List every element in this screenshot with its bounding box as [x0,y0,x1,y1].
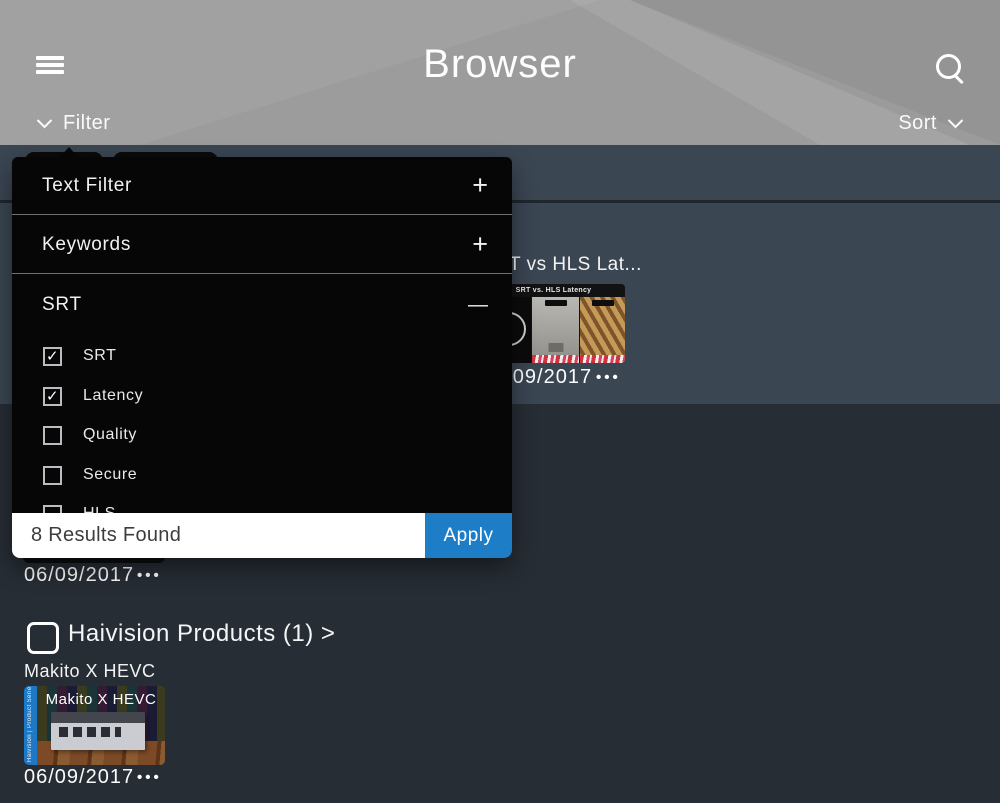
filter-row-srt[interactable]: SRT — [12,276,512,334]
filter-option-latency[interactable]: ✓ Latency [43,386,143,406]
product-card-date: 06/09/2017 [24,766,134,789]
filter-panel: Text Filter + Keywords + SRT — ✓ SRT ✓ L… [12,157,512,558]
filter-row-keywords[interactable]: Keywords + [12,216,512,274]
page-title: Browser [0,42,1000,87]
sort-dropdown-toggle[interactable]: Sort [898,112,964,135]
dropdown-caret [60,147,78,157]
search-icon[interactable] [934,53,966,85]
more-options-button[interactable]: ••• [596,369,621,386]
plus-icon[interactable]: + [472,172,488,199]
thumbnail-hls-pane [580,297,625,363]
filter-row-text-filter[interactable]: Text Filter + [12,157,512,215]
filter-label: Filter [63,112,110,135]
filter-panel-footer: 8 Results Found Apply [12,513,512,558]
more-options-button[interactable]: ••• [137,567,162,584]
product-thumbnail[interactable]: Haivision | Product Series Makito X HEVC [24,686,165,765]
minus-icon[interactable]: — [468,295,488,315]
sort-label: Sort [898,112,937,135]
filter-row-label: Text Filter [42,175,132,197]
checkbox-unchecked[interactable] [43,426,62,445]
checkbox-checked[interactable]: ✓ [43,347,62,366]
section-select-checkbox[interactable] [27,622,59,654]
more-options-button[interactable]: ••• [137,769,162,786]
browser-screen: Browser Filter Sort SRT vs HLS Lat... SR… [0,0,1000,803]
checkbox-checked[interactable]: ✓ [43,387,62,406]
thumbnail-srt-pane [532,297,579,363]
hidden-card-date: 06/09/2017 [24,564,134,587]
filter-option-secure[interactable]: Secure [43,465,137,485]
apply-button[interactable]: Apply [425,513,512,558]
filter-row-label: SRT [42,294,82,316]
product-series-badge: Haivision | Product Series [24,686,37,765]
chevron-down-icon [947,118,964,129]
thumbnail-title-overlay: Makito X HEVC [37,691,165,708]
encoder-device-image [51,712,145,750]
checkbox-unchecked[interactable] [43,466,62,485]
filter-option-quality[interactable]: Quality [43,425,137,445]
plus-icon[interactable]: + [472,231,488,258]
app-header: Browser Filter Sort [0,0,1000,145]
results-count: 8 Results Found [12,513,425,558]
filter-row-label: Keywords [42,234,131,256]
section-header-products[interactable]: Haivision Products (1) > [68,620,335,648]
filter-option-srt[interactable]: ✓ SRT [43,346,117,366]
product-card-title: Makito X HEVC [24,661,156,682]
chevron-down-icon [36,118,53,129]
filter-dropdown-toggle[interactable]: Filter [36,112,110,135]
